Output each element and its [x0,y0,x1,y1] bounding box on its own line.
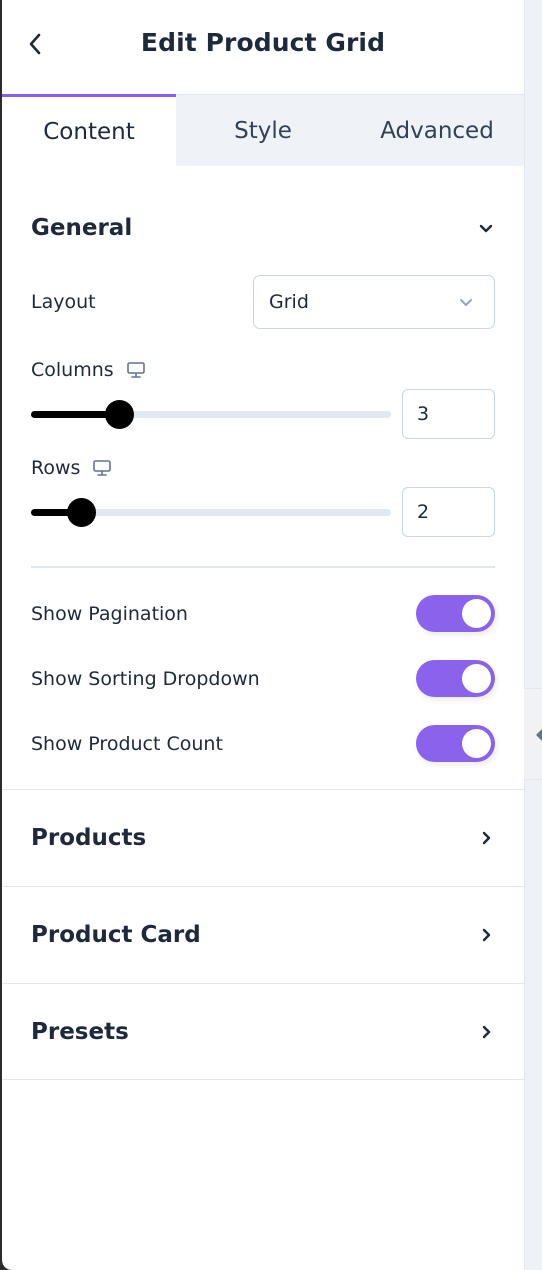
general-section-header[interactable]: General [31,166,495,290]
toggle-row-sorting: Show Sorting Dropdown [31,646,495,711]
show-sorting-dropdown-toggle[interactable] [416,660,495,697]
toggle-knob [462,729,491,758]
toggle-row-pagination: Show Pagination [31,581,495,646]
chevron-right-icon [482,831,491,845]
section-title: General [31,215,133,241]
section-title: Product Card [31,922,201,948]
columns-label: Columns [31,359,114,381]
desktop-monitor-icon[interactable] [92,459,112,477]
collapsed-sections: Products Product Card Presets [2,789,524,1080]
desktop-monitor-icon[interactable] [126,361,146,379]
columns-input[interactable] [402,389,495,439]
toggle-knob [462,599,491,628]
chevron-down-icon [460,299,472,306]
show-product-count-toggle[interactable] [416,725,495,762]
rows-slider[interactable] [31,497,391,527]
tab-advanced[interactable]: Advanced [350,95,524,166]
editor-panel: Edit Product Grid Content Style Advanced… [2,0,524,1270]
chevron-right-icon [482,928,491,942]
section-products[interactable]: Products [2,789,524,886]
toggle-list: Show Pagination Show Sorting Dropdown Sh… [31,581,495,776]
chevron-down-icon [479,224,493,233]
section-presets[interactable]: Presets [2,983,524,1080]
panel-header: Edit Product Grid [2,0,524,94]
layout-label: Layout [31,291,96,313]
slider-thumb[interactable] [105,400,135,429]
rows-control: Rows [31,457,495,537]
show-pagination-toggle[interactable] [416,595,495,632]
tab-style[interactable]: Style [176,95,350,166]
divider [31,566,495,568]
section-title: Products [31,825,147,851]
section-title: Presets [31,1018,129,1045]
rows-input[interactable] [402,487,495,537]
toggle-label: Show Product Count [31,732,223,755]
toggle-knob [462,664,491,693]
toggle-label: Show Sorting Dropdown [31,667,260,690]
chevron-right-icon [482,1025,491,1038]
general-section: General Layout Grid Columns 3 Rows 2 Sho… [2,166,524,776]
slider-thumb[interactable] [67,498,97,527]
layout-select[interactable]: Grid [253,275,495,329]
tab-content[interactable]: Content [2,94,176,166]
toggle-row-product-count: Show Product Count [31,711,495,776]
rows-label: Rows [31,457,81,479]
tab-bar: Content Style Advanced [2,94,524,166]
layout-select-value: Grid [269,291,309,313]
section-product-card[interactable]: Product Card [2,886,524,983]
columns-slider[interactable] [31,399,391,429]
caret-left-icon [536,729,542,741]
columns-control: Columns [31,359,495,439]
toggle-label: Show Pagination [31,602,188,625]
page-title: Edit Product Grid [140,28,386,57]
canvas-edge [524,0,542,1270]
layout-control: Layout Grid [31,275,495,329]
collapse-panel-handle[interactable] [524,688,542,780]
